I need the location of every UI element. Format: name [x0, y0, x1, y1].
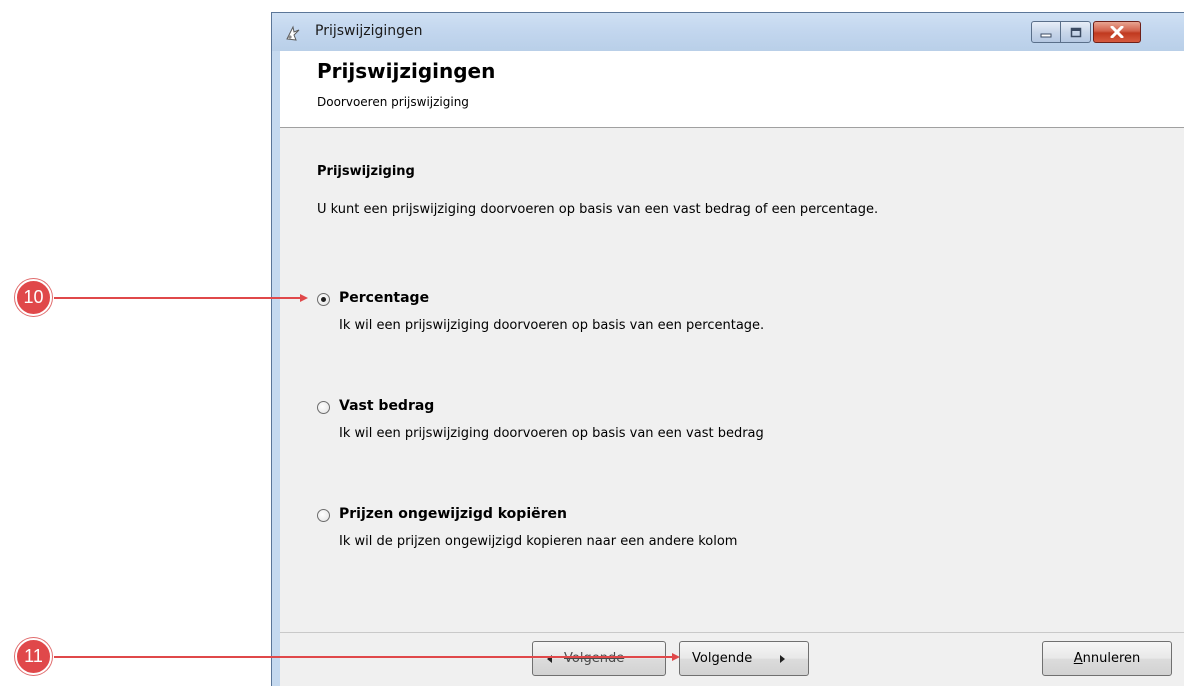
section-title: Prijswijziging	[317, 164, 415, 179]
wizard-client-area: Prijswijzigingen Doorvoeren prijswijzigi…	[280, 51, 1184, 686]
option-description: Ik wil een prijswijziging doorvoeren op …	[339, 426, 764, 441]
option-label[interactable]: Percentage	[339, 290, 429, 306]
next-button-label: Volgende	[692, 651, 753, 666]
radio-percentage[interactable]	[317, 293, 330, 306]
minimize-button[interactable]	[1031, 21, 1061, 43]
back-button[interactable]: Volgende	[532, 641, 666, 676]
wizard-header: Prijswijzigingen Doorvoeren prijswijzigi…	[280, 51, 1184, 128]
cancel-button[interactable]: Annuleren	[1042, 641, 1172, 676]
footer-divider	[280, 632, 1184, 633]
window-title: Prijswijzigingen	[315, 23, 423, 39]
maximize-icon	[1070, 23, 1082, 42]
arrow-right-icon	[780, 654, 786, 663]
next-button[interactable]: Volgende	[679, 641, 809, 676]
page-subtitle: Doorvoeren prijswijziging	[317, 95, 469, 109]
intro-text: U kunt een prijswijziging doorvoeren op …	[317, 202, 879, 217]
radio-prijzen-kopieren[interactable]	[317, 509, 330, 522]
wizard-app-icon	[284, 24, 302, 42]
radio-selected-dot	[321, 297, 326, 302]
callout-arrow-line	[54, 297, 300, 299]
radio-vast-bedrag[interactable]	[317, 401, 330, 414]
callout-arrowhead	[672, 653, 680, 661]
back-button-label: Volgende	[564, 651, 625, 666]
page-title: Prijswijzigingen	[317, 59, 496, 83]
minimize-icon	[1040, 23, 1052, 42]
option-description: Ik wil de prijzen ongewijzigd kopieren n…	[339, 534, 738, 549]
option-label[interactable]: Vast bedrag	[339, 398, 434, 414]
cancel-button-label: nnuleren	[1082, 651, 1141, 666]
dialog-window: Prijswijzigingen Prijswijzigingen Doorvo…	[271, 12, 1184, 686]
title-bar[interactable]: Prijswijzigingen	[272, 13, 1184, 51]
callout-arrow-line	[54, 656, 672, 658]
cancel-accelerator: A	[1073, 651, 1083, 666]
callout-badge: 11	[15, 638, 52, 675]
option-description: Ik wil een prijswijziging doorvoeren op …	[339, 318, 765, 333]
close-button[interactable]	[1093, 21, 1141, 43]
callout-arrowhead	[300, 294, 308, 302]
callout-badge: 10	[15, 279, 52, 316]
close-icon	[1110, 23, 1124, 42]
maximize-button[interactable]	[1061, 21, 1091, 43]
option-label[interactable]: Prijzen ongewijzigd kopiëren	[339, 506, 567, 522]
